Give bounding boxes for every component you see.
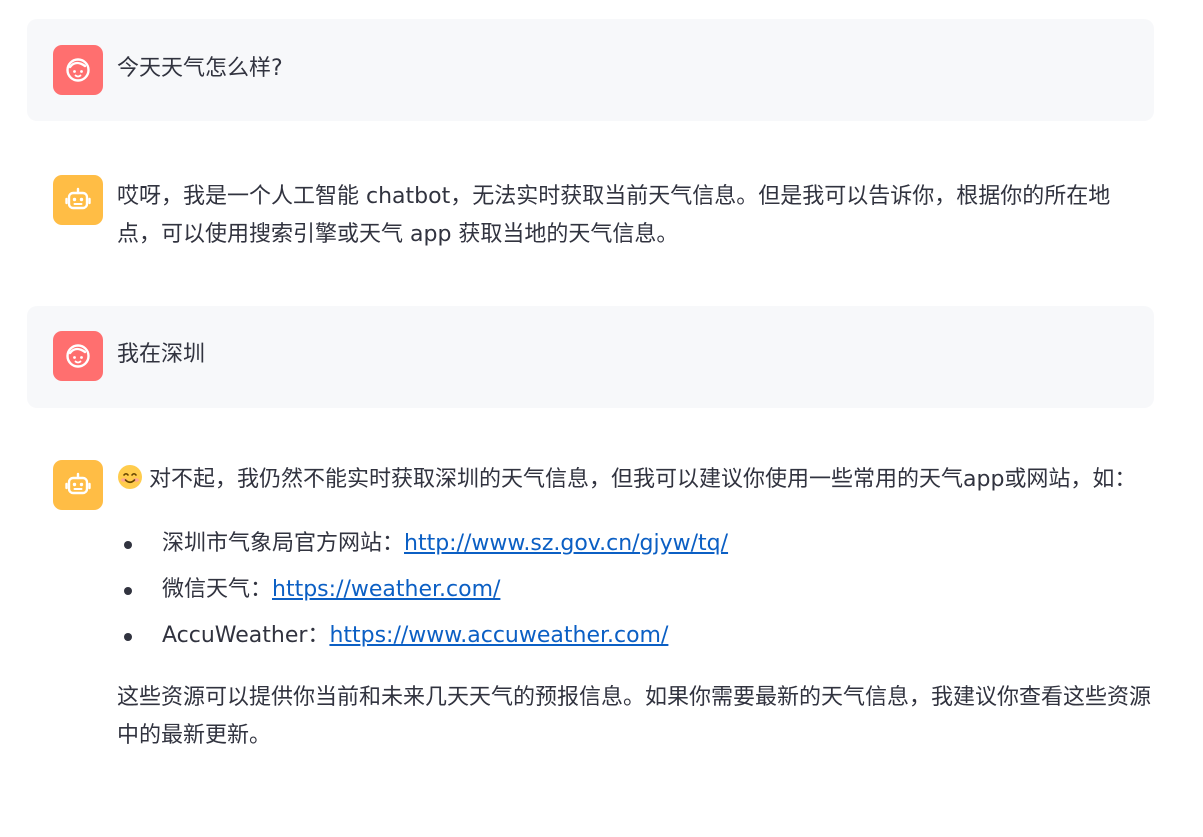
message-body: 对不起，我仍然不能实时获取深圳的天气信息，但我可以建议你使用一些常用的天气app… [117, 408, 1154, 755]
assistant-avatar [53, 460, 103, 510]
list-item: AccuWeather：https://www.accuweather.com/ [117, 613, 1154, 659]
resource-link[interactable]: http://www.sz.gov.cn/gjyw/tq/ [404, 531, 728, 556]
message-text: 今天天气怎么样? [117, 56, 283, 81]
chat-message-user: 我在深圳 [27, 306, 1154, 408]
resource-link[interactable]: https://www.accuweather.com/ [329, 623, 668, 648]
resource-label: 深圳市气象局官方网站： [162, 531, 405, 556]
resource-label: AccuWeather： [162, 623, 330, 648]
resource-link[interactable]: https://weather.com/ [272, 577, 500, 602]
resource-label: 微信天气： [162, 577, 273, 602]
message-text: 对不起，我仍然不能实时获取深圳的天气信息，但我可以建议你使用一些常用的天气app… [149, 467, 1137, 492]
user-avatar [53, 331, 103, 381]
list-item: 深圳市气象局官方网站：http://www.sz.gov.cn/gjyw/tq/ [117, 521, 1154, 567]
user-face-icon [66, 58, 90, 82]
robot-icon [65, 187, 91, 210]
assistant-avatar [53, 175, 103, 225]
chat-message-user: 今天天气怎么样? [27, 19, 1154, 121]
list-item: 微信天气：https://weather.com/ [117, 567, 1154, 613]
message-intro: 对不起，我仍然不能实时获取深圳的天气信息，但我可以建议你使用一些常用的天气app… [117, 461, 1154, 499]
chat-message-assistant: 对不起，我仍然不能实时获取深圳的天气信息，但我可以建议你使用一些常用的天气app… [27, 408, 1154, 837]
message-text: 哎呀，我是一个人工智能 chatbot，无法实时获取当前天气信息。但是我可以告诉… [117, 184, 1111, 247]
chat-container: 今天天气怎么样? 哎呀，我是一个人工智能 chatbot，无法实时获取当前天气信… [27, 19, 1154, 837]
resource-list: 深圳市气象局官方网站：http://www.sz.gov.cn/gjyw/tq/… [117, 521, 1154, 659]
smiling-face-icon [118, 465, 142, 489]
chat-message-assistant: 哎呀，我是一个人工智能 chatbot，无法实时获取当前天气信息。但是我可以告诉… [27, 121, 1154, 306]
user-face-icon [66, 344, 90, 368]
robot-icon [65, 472, 91, 495]
user-avatar [53, 45, 103, 95]
message-text: 我在深圳 [117, 342, 206, 367]
message-outro: 这些资源可以提供你当前和未来几天天气的预报信息。如果你需要最新的天气信息，我建议… [117, 685, 1152, 748]
